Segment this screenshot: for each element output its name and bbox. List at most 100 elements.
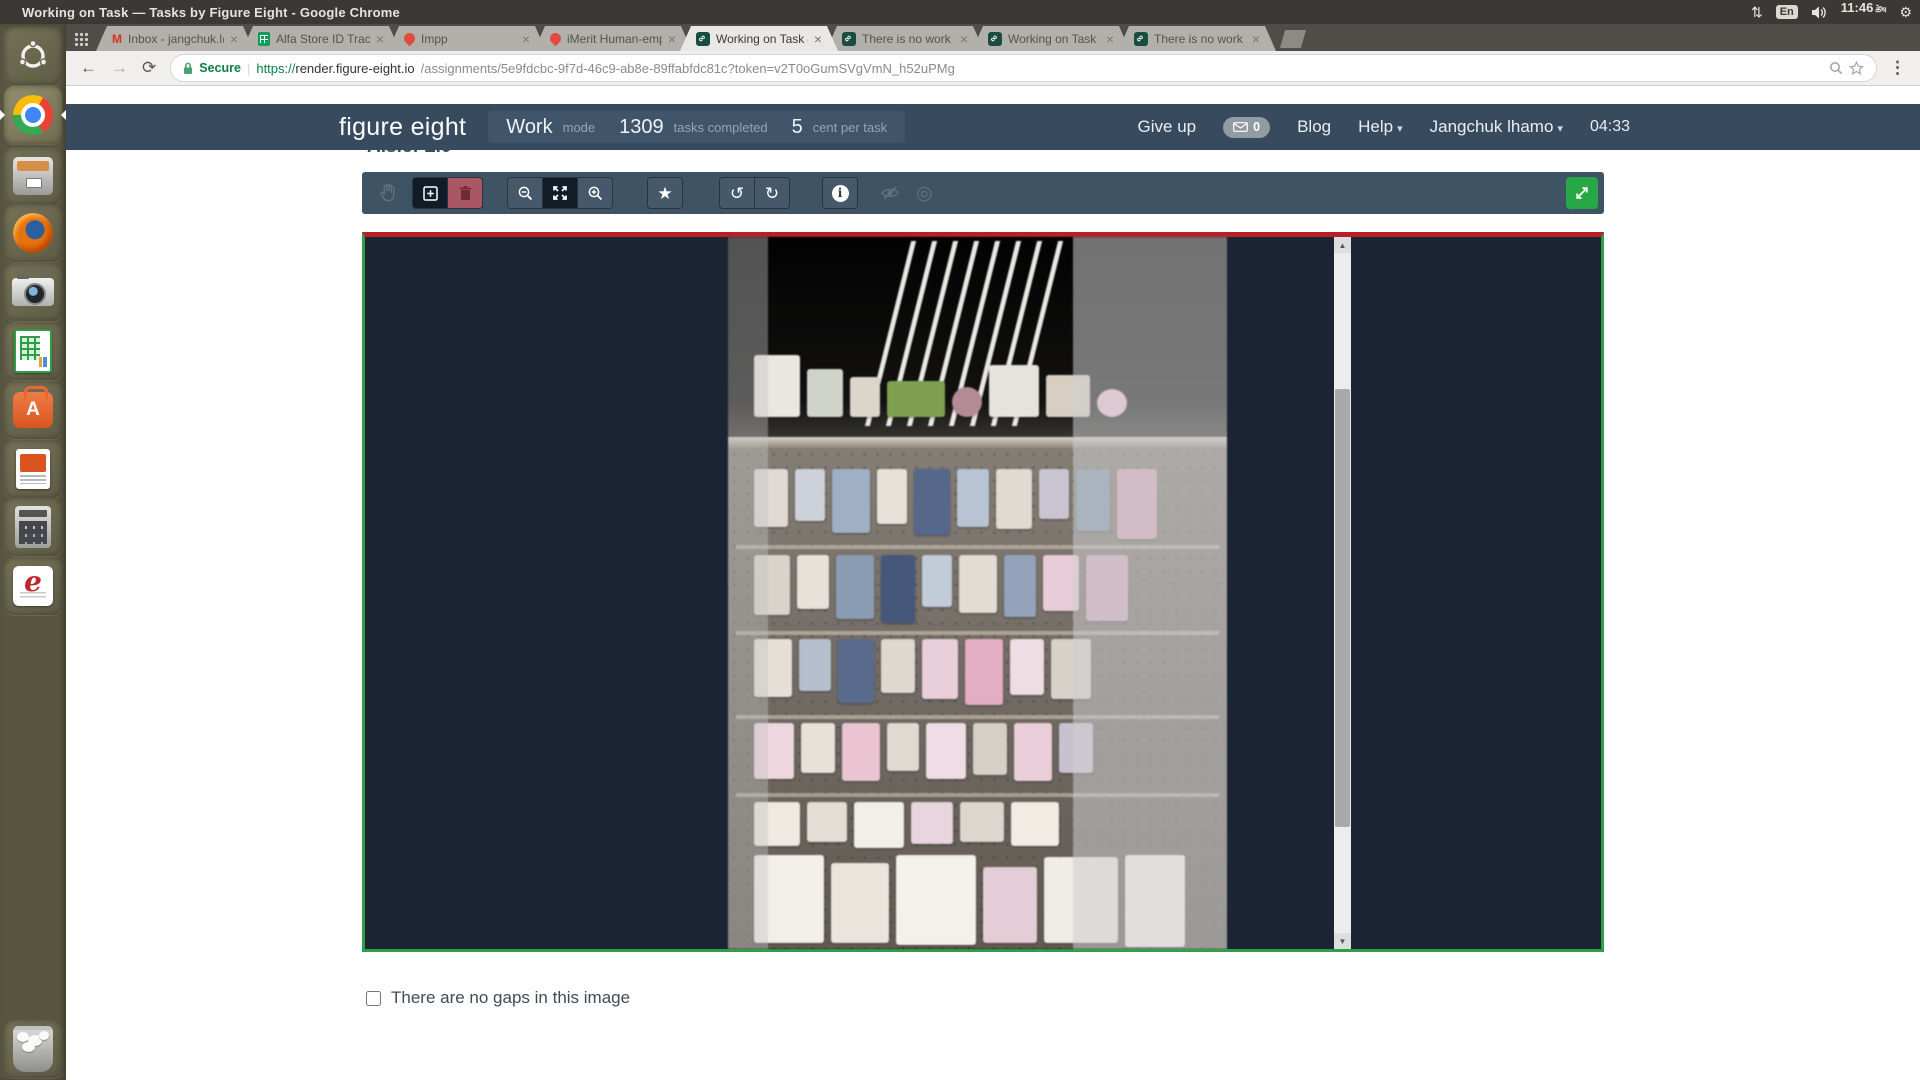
close-icon[interactable]: × xyxy=(668,31,676,47)
system-tray: ⇅ En 11:46 ཚེས ⚙ xyxy=(1751,0,1912,24)
tab-no-work-1[interactable]: ∞ There is no work cu × xyxy=(826,26,984,51)
forward-button[interactable]: → xyxy=(111,58,128,78)
delete-box-button[interactable] xyxy=(447,178,482,208)
messages-badge[interactable]: 0 xyxy=(1223,117,1270,138)
volume-icon[interactable] xyxy=(1811,5,1828,20)
focus-target-icon[interactable]: ◎ xyxy=(916,182,933,205)
message-count: 0 xyxy=(1253,120,1260,134)
tab-imerit[interactable]: iMerit Human-emp × xyxy=(534,26,692,51)
bookmark-star-icon[interactable] xyxy=(1849,61,1864,76)
shelf-photo xyxy=(728,237,1227,949)
add-box-button[interactable] xyxy=(413,178,447,208)
close-icon[interactable]: × xyxy=(1252,31,1260,47)
zoom-indicator-icon[interactable] xyxy=(1829,61,1843,75)
apps-grid-icon[interactable] xyxy=(74,32,88,46)
dock-item-libreoffice-impress[interactable] xyxy=(4,440,62,498)
session-gear-icon[interactable]: ⚙ xyxy=(1899,4,1912,21)
tasks-completed-count: 1309 xyxy=(619,116,664,139)
no-gaps-label[interactable]: There are no gaps in this image xyxy=(391,988,630,1008)
history-button-group: ↺ ↻ xyxy=(719,177,790,209)
mode-value: Work xyxy=(506,116,552,139)
address-bar[interactable]: Secure | https://render.figure-eight.io … xyxy=(170,54,1877,82)
close-icon[interactable]: × xyxy=(522,31,530,47)
back-button[interactable]: ← xyxy=(80,58,97,78)
dock-item-ubuntu-software[interactable]: A xyxy=(4,381,62,439)
browser-toolbar: ← → ⟳ Secure | https://render.figure-eig… xyxy=(66,51,1920,86)
pan-hand-icon[interactable] xyxy=(378,183,398,203)
scroll-up-button[interactable]: ▲ xyxy=(1334,237,1351,253)
software-bag-icon: A xyxy=(13,392,53,428)
keyboard-layout-indicator[interactable]: En xyxy=(1776,5,1798,19)
annotation-canvas[interactable]: ▲ ▼ xyxy=(362,232,1604,952)
zoom-in-button[interactable] xyxy=(577,178,612,208)
no-gaps-checkbox[interactable] xyxy=(366,991,381,1006)
tasks-completed-label: tasks completed xyxy=(674,120,768,135)
lock-icon xyxy=(183,62,193,75)
fullscreen-button[interactable] xyxy=(1566,177,1598,209)
dock-item-chrome[interactable] xyxy=(4,86,62,144)
close-icon[interactable]: × xyxy=(376,31,384,47)
close-icon[interactable]: × xyxy=(230,31,238,47)
zoom-in-icon xyxy=(587,185,604,202)
chevron-down-icon: ▾ xyxy=(1397,123,1403,135)
network-indicator-icon[interactable]: ⇅ xyxy=(1751,4,1763,21)
fullscreen-expand-icon xyxy=(1574,185,1590,201)
tab-impp[interactable]: Impp × xyxy=(388,26,546,51)
zoom-out-icon xyxy=(517,185,534,202)
dash-home-button[interactable] xyxy=(4,27,62,85)
answer-row: There are no gaps in this image xyxy=(366,988,630,1008)
tab-working-on-task-active[interactable]: ∞ Working on Task — × xyxy=(680,26,838,51)
favorite-group: ★ xyxy=(647,177,683,209)
star-button[interactable]: ★ xyxy=(648,178,682,208)
blog-link[interactable]: Blog xyxy=(1297,117,1331,137)
reload-button[interactable]: ⟳ xyxy=(142,58,156,78)
tab-gmail-inbox[interactable]: M Inbox - jangchuk.l@ × xyxy=(96,26,254,51)
spreadsheet-icon xyxy=(14,329,52,373)
dock-item-files[interactable] xyxy=(4,147,62,205)
focused-indicator xyxy=(61,110,66,120)
close-icon[interactable]: × xyxy=(960,31,968,47)
undo-button[interactable]: ↺ xyxy=(720,178,754,208)
give-up-link[interactable]: Give up xyxy=(1138,117,1197,137)
dock-item-libreoffice-calc[interactable] xyxy=(4,322,62,380)
ubuntu-top-panel: Working on Task — Tasks by Figure Eight … xyxy=(0,0,1920,24)
pay-value: 5 xyxy=(792,116,803,139)
tab-no-work-2[interactable]: ∞ There is no work cu × xyxy=(1118,26,1276,51)
close-icon[interactable]: × xyxy=(1106,31,1114,47)
page-content: Aisle: L.0 figure eight Work mode 1309 t… xyxy=(66,86,1920,1080)
user-menu[interactable]: Jangchuk lhamo▾ xyxy=(1430,117,1563,137)
chrome-menu-icon[interactable]: ⋮ xyxy=(1889,58,1906,78)
redo-button[interactable]: ↻ xyxy=(754,178,789,208)
help-menu[interactable]: Help▾ xyxy=(1358,117,1403,137)
zoom-button-group xyxy=(507,177,613,209)
scrollbar-thumb[interactable] xyxy=(1335,389,1350,827)
dock-item-firefox[interactable] xyxy=(4,204,62,262)
zoom-out-button[interactable] xyxy=(508,178,542,208)
fit-to-screen-button[interactable] xyxy=(542,178,577,208)
firefox-icon xyxy=(13,213,53,253)
file-cabinet-icon xyxy=(13,157,53,195)
dock-item-document-viewer[interactable]: e xyxy=(4,557,62,615)
chevron-down-icon: ▾ xyxy=(1557,123,1563,135)
close-icon[interactable]: × xyxy=(814,31,822,47)
camera-icon xyxy=(12,278,54,306)
dock-item-calculator[interactable] xyxy=(4,498,62,556)
tab-alfa-store-tracker[interactable]: Alfa Store ID Tracke × xyxy=(242,26,400,51)
hide-annotations-icon[interactable] xyxy=(880,185,900,201)
figure-eight-logo[interactable]: figure eight xyxy=(339,113,466,142)
stitch-overlay-left xyxy=(728,237,768,949)
envelope-icon xyxy=(1233,122,1248,132)
unity-launcher: A e xyxy=(0,24,66,1080)
figure-eight-icon: ∞ xyxy=(1134,32,1148,46)
scroll-down-button[interactable]: ▼ xyxy=(1334,933,1351,949)
running-indicator xyxy=(0,110,5,120)
clock[interactable]: 11:46 ཚེས xyxy=(1841,0,1887,24)
dock-item-trash[interactable] xyxy=(4,1020,62,1078)
info-button[interactable]: i xyxy=(823,178,857,208)
flame-icon xyxy=(402,31,418,47)
canvas-scrollbar[interactable]: ▲ ▼ xyxy=(1334,237,1351,949)
dock-item-camera[interactable] xyxy=(4,263,62,321)
evince-icon: e xyxy=(13,566,53,606)
tab-working-on-task-2[interactable]: ∞ Working on Task — × xyxy=(972,26,1130,51)
new-tab-button[interactable] xyxy=(1280,30,1306,48)
